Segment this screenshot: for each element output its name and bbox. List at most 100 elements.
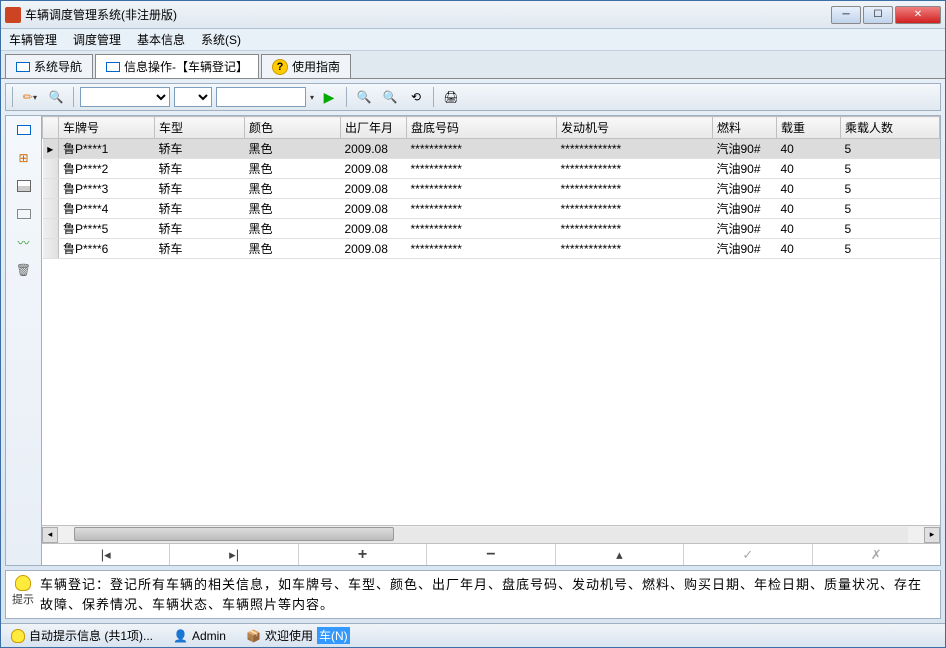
nav-post-button[interactable]: ✓ (684, 544, 812, 565)
cell-engine[interactable]: ************* (557, 179, 713, 199)
sidebar-grid-icon[interactable] (14, 120, 34, 140)
cell-color[interactable]: 黑色 (245, 159, 341, 179)
horizontal-scrollbar[interactable]: ◂ ▸ (42, 525, 940, 543)
tab-info-op[interactable]: 信息操作-【车辆登记】 (95, 54, 259, 78)
cell-cap[interactable]: 5 (841, 199, 940, 219)
cell-color[interactable]: 黑色 (245, 179, 341, 199)
filter-op-combo[interactable] (174, 87, 212, 107)
cell-color[interactable]: 黑色 (245, 139, 341, 159)
cell-load[interactable]: 40 (777, 239, 841, 259)
col-chassis[interactable]: 盘底号码 (407, 117, 557, 139)
cell-load[interactable]: 40 (777, 199, 841, 219)
menu-system[interactable]: 系统(S) (201, 31, 241, 48)
cell-fuel[interactable]: 汽油90# (713, 219, 777, 239)
cell-load[interactable]: 40 (777, 219, 841, 239)
cell-color[interactable]: 黑色 (245, 239, 341, 259)
data-grid[interactable]: 车牌号 车型 颜色 出厂年月 盘底号码 发动机号 燃料 载重 乘载人数 ▸鲁P*… (42, 116, 940, 525)
cell-date[interactable]: 2009.08 (341, 179, 407, 199)
col-type[interactable]: 车型 (155, 117, 245, 139)
table-row[interactable]: 鲁P****2轿车黑色2009.08**********************… (43, 159, 940, 179)
cell-plate[interactable]: 鲁P****5 (59, 219, 155, 239)
edit-button[interactable]: ✎▾ (19, 86, 41, 108)
status-auto-hint[interactable]: 自动提示信息 (共1项)... (5, 627, 159, 644)
nav-cancel-button[interactable]: ✗ (813, 544, 940, 565)
table-row[interactable]: 鲁P****3轿车黑色2009.08**********************… (43, 179, 940, 199)
print-button[interactable]: 🖨 (440, 86, 462, 108)
sidebar-card-icon[interactable] (14, 204, 34, 224)
minimize-button[interactable]: ─ (831, 6, 861, 24)
cell-engine[interactable]: ************* (557, 139, 713, 159)
cell-fuel[interactable]: 汽油90# (713, 199, 777, 219)
cell-fuel[interactable]: 汽油90# (713, 179, 777, 199)
sidebar-chart-icon[interactable]: 〰 (14, 232, 34, 252)
cell-type[interactable]: 轿车 (155, 219, 245, 239)
close-button[interactable]: ✕ (895, 6, 941, 24)
menu-basic[interactable]: 基本信息 (137, 31, 185, 48)
cell-plate[interactable]: 鲁P****6 (59, 239, 155, 259)
cell-color[interactable]: 黑色 (245, 199, 341, 219)
cell-engine[interactable]: ************* (557, 159, 713, 179)
cell-chassis[interactable]: *********** (407, 139, 557, 159)
cell-load[interactable]: 40 (777, 139, 841, 159)
cell-date[interactable]: 2009.08 (341, 139, 407, 159)
cell-cap[interactable]: 5 (841, 159, 940, 179)
scroll-left-button[interactable]: ◂ (42, 527, 58, 543)
cell-engine[interactable]: ************* (557, 199, 713, 219)
search-button[interactable]: 🔍 (353, 86, 375, 108)
cell-type[interactable]: 轿车 (155, 179, 245, 199)
cell-chassis[interactable]: *********** (407, 199, 557, 219)
dropdown-icon[interactable]: ▾ (310, 93, 314, 102)
tab-nav[interactable]: 系统导航 (5, 54, 93, 78)
cell-load[interactable]: 40 (777, 159, 841, 179)
col-load[interactable]: 载重 (777, 117, 841, 139)
search2-button[interactable]: 🔍 (379, 86, 401, 108)
cell-type[interactable]: 轿车 (155, 139, 245, 159)
menu-vehicle[interactable]: 车辆管理 (9, 31, 57, 48)
cell-color[interactable]: 黑色 (245, 219, 341, 239)
run-button[interactable]: ▶ (318, 86, 340, 108)
preview-button[interactable]: 🔍 (45, 86, 67, 108)
cell-fuel[interactable]: 汽油90# (713, 239, 777, 259)
scroll-track[interactable] (74, 527, 908, 543)
sidebar-form-icon[interactable] (14, 176, 34, 196)
refresh-button[interactable]: ⟲ (405, 86, 427, 108)
cell-chassis[interactable]: *********** (407, 159, 557, 179)
nav-remove-button[interactable]: − (427, 544, 555, 565)
cell-plate[interactable]: 鲁P****3 (59, 179, 155, 199)
cell-type[interactable]: 轿车 (155, 199, 245, 219)
cell-cap[interactable]: 5 (841, 139, 940, 159)
sidebar-delete-icon[interactable]: 🗑 (14, 260, 34, 280)
tab-guide[interactable]: ? 使用指南 (261, 54, 351, 78)
cell-cap[interactable]: 5 (841, 179, 940, 199)
cell-fuel[interactable]: 汽油90# (713, 139, 777, 159)
filter-field-combo[interactable] (80, 87, 170, 107)
table-row[interactable]: ▸鲁P****1轿车黑色2009.08*********************… (43, 139, 940, 159)
table-row[interactable]: 鲁P****4轿车黑色2009.08**********************… (43, 199, 940, 219)
cell-date[interactable]: 2009.08 (341, 239, 407, 259)
maximize-button[interactable]: ☐ (863, 6, 893, 24)
menu-dispatch[interactable]: 调度管理 (73, 31, 121, 48)
table-row[interactable]: 鲁P****5轿车黑色2009.08**********************… (43, 219, 940, 239)
cell-type[interactable]: 轿车 (155, 239, 245, 259)
col-engine[interactable]: 发动机号 (557, 117, 713, 139)
nav-edit-button[interactable]: ▴ (556, 544, 684, 565)
cell-load[interactable]: 40 (777, 179, 841, 199)
cell-cap[interactable]: 5 (841, 239, 940, 259)
nav-add-button[interactable]: + (299, 544, 427, 565)
cell-chassis[interactable]: *********** (407, 239, 557, 259)
nav-last-button[interactable]: ▸| (170, 544, 298, 565)
col-cap[interactable]: 乘载人数 (841, 117, 940, 139)
cell-chassis[interactable]: *********** (407, 219, 557, 239)
cell-date[interactable]: 2009.08 (341, 199, 407, 219)
cell-plate[interactable]: 鲁P****1 (59, 139, 155, 159)
cell-engine[interactable]: ************* (557, 239, 713, 259)
scroll-thumb[interactable] (74, 527, 394, 541)
table-row[interactable]: 鲁P****6轿车黑色2009.08**********************… (43, 239, 940, 259)
cell-cap[interactable]: 5 (841, 219, 940, 239)
cell-plate[interactable]: 鲁P****2 (59, 159, 155, 179)
cell-plate[interactable]: 鲁P****4 (59, 199, 155, 219)
sidebar-tree-icon[interactable]: ⊞ (14, 148, 34, 168)
cell-engine[interactable]: ************* (557, 219, 713, 239)
cell-type[interactable]: 轿车 (155, 159, 245, 179)
col-fuel[interactable]: 燃料 (713, 117, 777, 139)
